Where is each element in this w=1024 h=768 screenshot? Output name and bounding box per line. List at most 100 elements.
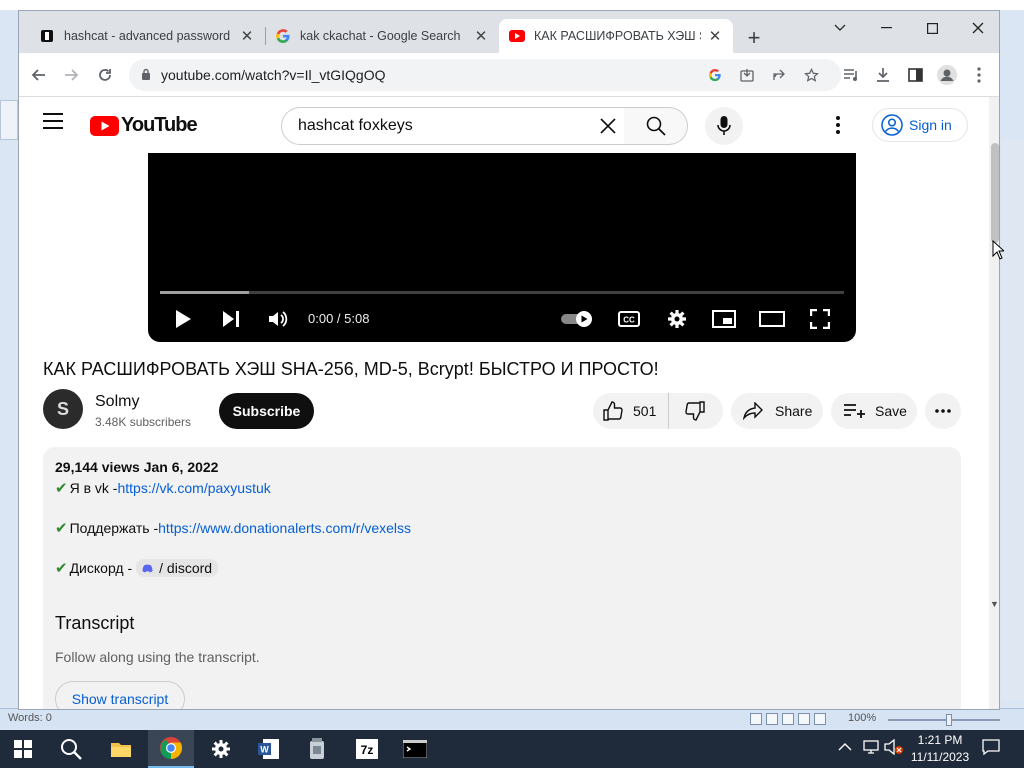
account-icon bbox=[881, 114, 903, 136]
downloads-icon[interactable] bbox=[869, 61, 897, 89]
word-taskbar-button[interactable]: W bbox=[246, 730, 292, 768]
fullscreen-icon[interactable] bbox=[806, 307, 834, 331]
reload-button[interactable] bbox=[91, 61, 119, 89]
time-display: 0:00 / 5:08 bbox=[308, 311, 370, 326]
video-player[interactable]: 0:00 / 5:08 CC bbox=[148, 153, 856, 342]
tab-close-icon[interactable]: ✕ bbox=[473, 28, 489, 45]
tab-search-chevron-icon[interactable] bbox=[817, 13, 863, 43]
like-button[interactable]: 501 bbox=[593, 393, 669, 429]
address-bar[interactable]: youtube.com/watch?v=Il_vtGIQgOQ bbox=[129, 59, 841, 91]
taskbar-search-button[interactable] bbox=[48, 730, 94, 768]
captions-icon[interactable]: CC bbox=[616, 307, 642, 331]
miniplayer-icon[interactable] bbox=[710, 307, 738, 331]
page-scrollbar[interactable]: ▼ bbox=[989, 97, 999, 709]
google-lens-icon[interactable] bbox=[703, 65, 727, 85]
tab-youtube[interactable]: КАК РАСШИФРОВАТЬ ХЭШ SHA ✕ bbox=[499, 19, 733, 53]
scroll-down-arrow-icon[interactable]: ▼ bbox=[990, 599, 999, 609]
theater-mode-icon[interactable] bbox=[758, 307, 786, 331]
tab-close-icon[interactable]: ✕ bbox=[707, 28, 723, 45]
7zip-icon: 7z bbox=[356, 739, 378, 759]
reading-list-icon[interactable] bbox=[837, 61, 865, 89]
discord-chip[interactable]: / discord bbox=[136, 559, 219, 577]
word-zoom-slider[interactable] bbox=[888, 714, 1000, 726]
gear-icon bbox=[212, 740, 230, 758]
tab-close-icon[interactable]: ✕ bbox=[239, 28, 255, 45]
install-app-icon[interactable] bbox=[735, 65, 759, 85]
word-view-buttons[interactable] bbox=[750, 713, 842, 725]
save-label: Save bbox=[875, 403, 907, 419]
word-count: Words: 0 bbox=[8, 712, 52, 724]
word-ruler-edge bbox=[0, 100, 18, 140]
sign-in-button[interactable]: Sign in bbox=[872, 108, 968, 142]
youtube-logo[interactable]: YouTube bbox=[90, 114, 198, 137]
save-button[interactable]: Save bbox=[831, 393, 917, 429]
settings-taskbar-button[interactable] bbox=[198, 730, 244, 768]
tab-hashcat[interactable]: hashcat - advanced password r ✕ bbox=[29, 19, 265, 53]
word-icon: W bbox=[258, 739, 279, 759]
volume-muted-icon[interactable] bbox=[884, 738, 904, 758]
lock-icon[interactable] bbox=[141, 68, 151, 86]
terminal-taskbar-button[interactable] bbox=[392, 730, 438, 768]
side-panel-icon[interactable] bbox=[901, 61, 929, 89]
more-actions-button[interactable] bbox=[925, 393, 961, 429]
minimize-button[interactable] bbox=[863, 13, 909, 43]
channel-initial: S bbox=[56, 398, 69, 419]
back-button[interactable] bbox=[25, 61, 53, 89]
forward-button[interactable] bbox=[57, 61, 85, 89]
taskbar-clock[interactable]: 1:21 PM 11/11/2023 bbox=[906, 732, 974, 766]
scrollbar-thumb[interactable] bbox=[991, 143, 999, 243]
channel-name[interactable]: Solmy bbox=[95, 393, 139, 411]
guide-menu-icon[interactable] bbox=[43, 113, 63, 134]
share-page-icon[interactable] bbox=[767, 65, 791, 85]
description-box[interactable]: 29,144 views Jan 6, 2022 ✔ Я в vk - http… bbox=[43, 447, 961, 709]
network-icon[interactable] bbox=[862, 739, 880, 758]
tab-title: kak ckachat - Google Search bbox=[300, 29, 461, 43]
vk-link[interactable]: https://vk.com/paxyustuk bbox=[117, 480, 270, 496]
show-hidden-icons-icon[interactable] bbox=[838, 739, 852, 755]
checkmark-icon: ✔ bbox=[55, 480, 68, 497]
play-icon[interactable] bbox=[172, 307, 194, 331]
maximize-button[interactable] bbox=[909, 13, 955, 43]
notifications-icon[interactable] bbox=[982, 739, 1000, 758]
terminal-icon bbox=[403, 740, 427, 758]
discord-chip-label: / discord bbox=[159, 560, 213, 576]
settings-gear-icon[interactable] bbox=[664, 307, 690, 331]
tab-google-search[interactable]: kak ckachat - Google Search ✕ bbox=[265, 19, 499, 53]
autoplay-toggle-icon[interactable] bbox=[558, 307, 598, 331]
youtube-favicon-icon bbox=[509, 28, 525, 44]
search-icon bbox=[646, 116, 666, 136]
start-button[interactable] bbox=[0, 730, 46, 768]
profile-avatar-icon[interactable] bbox=[933, 61, 961, 89]
next-video-icon[interactable] bbox=[220, 307, 242, 331]
share-button[interactable]: Share bbox=[731, 393, 823, 429]
chrome-icon bbox=[160, 737, 182, 759]
volume-icon[interactable] bbox=[266, 307, 290, 331]
subscriber-count: 3.48K subscribers bbox=[95, 415, 192, 429]
search-input[interactable]: hashcat foxkeys bbox=[298, 117, 413, 135]
file-explorer-taskbar-button[interactable] bbox=[98, 730, 144, 768]
search-button[interactable] bbox=[624, 107, 688, 145]
chrome-taskbar-button[interactable] bbox=[148, 730, 194, 768]
dislike-button[interactable] bbox=[669, 393, 721, 429]
donation-link[interactable]: https://www.donationalerts.com/r/vexelss bbox=[158, 520, 411, 536]
show-transcript-button[interactable]: Show transcript bbox=[55, 681, 185, 709]
7zip-taskbar-button[interactable]: 7z bbox=[344, 730, 390, 768]
progress-bar[interactable] bbox=[160, 291, 844, 294]
word-vertical-scrollbar[interactable] bbox=[1002, 140, 1024, 700]
channel-avatar[interactable]: S bbox=[43, 389, 83, 429]
clear-search-icon[interactable] bbox=[600, 118, 616, 139]
buffered-bar bbox=[160, 291, 249, 294]
search-box[interactable]: hashcat foxkeys bbox=[281, 107, 625, 145]
url-text[interactable]: youtube.com/watch?v=Il_vtGIQgOQ bbox=[161, 67, 386, 83]
word-zoom-level[interactable]: 100% bbox=[848, 712, 876, 724]
close-window-button[interactable] bbox=[955, 13, 999, 43]
new-tab-button[interactable]: + bbox=[741, 25, 767, 51]
microphone-icon bbox=[717, 116, 731, 135]
archive-app-taskbar-button[interactable] bbox=[294, 730, 340, 768]
chrome-menu-icon[interactable] bbox=[965, 61, 993, 89]
bookmark-star-icon[interactable] bbox=[799, 65, 823, 85]
youtube-page: YouTube hashcat foxkeys Sign in 0:00 / 5… bbox=[19, 97, 999, 709]
voice-search-button[interactable] bbox=[705, 107, 743, 145]
subscribe-button[interactable]: Subscribe bbox=[219, 393, 314, 429]
settings-more-icon[interactable] bbox=[836, 116, 840, 139]
